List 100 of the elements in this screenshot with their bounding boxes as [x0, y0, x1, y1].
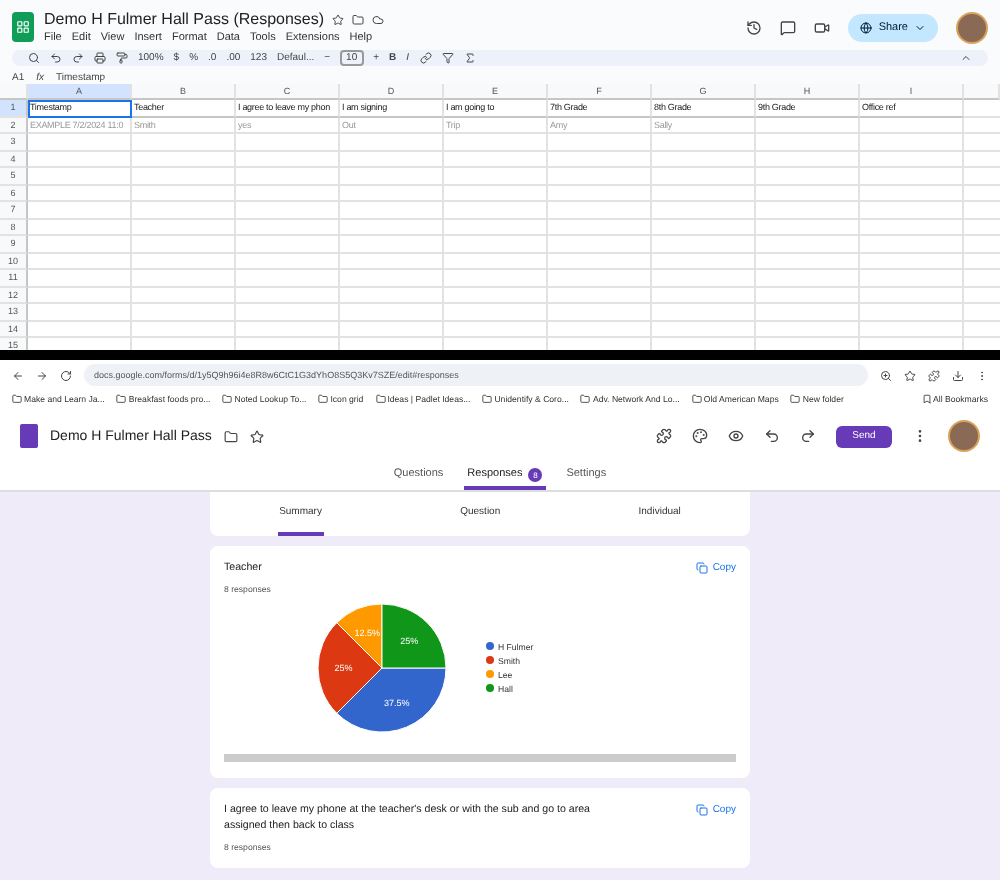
- table-cell[interactable]: [340, 287, 444, 304]
- folder-icon[interactable]: [352, 13, 365, 25]
- table-cell[interactable]: [860, 236, 964, 253]
- table-cell[interactable]: [548, 287, 652, 304]
- table-cell[interactable]: [652, 219, 756, 236]
- table-cell[interactable]: [756, 270, 860, 287]
- collapse-icon[interactable]: [960, 52, 972, 64]
- table-cell[interactable]: [132, 270, 236, 287]
- table-cell[interactable]: [340, 185, 444, 202]
- table-cell[interactable]: [860, 321, 964, 338]
- table-cell[interactable]: [548, 151, 652, 168]
- forward-icon[interactable]: [36, 369, 48, 381]
- star-icon[interactable]: [249, 429, 264, 443]
- addon-icon[interactable]: [656, 428, 672, 444]
- undo-icon[interactable]: [50, 52, 62, 64]
- table-cell[interactable]: [340, 202, 444, 219]
- table-cell[interactable]: [860, 287, 964, 304]
- table-cell[interactable]: [444, 287, 548, 304]
- table-cell[interactable]: [444, 202, 548, 219]
- table-cell[interactable]: [860, 219, 964, 236]
- video-icon[interactable]: [814, 19, 831, 35]
- table-cell[interactable]: [340, 270, 444, 287]
- column-header[interactable]: [964, 84, 1000, 100]
- table-cell[interactable]: [444, 151, 548, 168]
- table-cell[interactable]: [548, 134, 652, 151]
- table-cell[interactable]: [548, 236, 652, 253]
- table-cell[interactable]: [444, 270, 548, 287]
- cloud-icon[interactable]: [372, 13, 385, 25]
- table-cell[interactable]: [548, 168, 652, 185]
- table-cell[interactable]: [236, 287, 340, 304]
- table-cell[interactable]: [340, 134, 444, 151]
- table-cell[interactable]: [756, 134, 860, 151]
- sigma-icon[interactable]: [463, 52, 476, 64]
- table-cell[interactable]: [132, 202, 236, 219]
- table-cell[interactable]: [860, 185, 964, 202]
- table-cell[interactable]: [548, 185, 652, 202]
- table-cell[interactable]: [340, 304, 444, 321]
- table-cell[interactable]: [444, 219, 548, 236]
- table-cell[interactable]: [132, 321, 236, 338]
- table-cell[interactable]: [548, 270, 652, 287]
- star-icon[interactable]: [904, 369, 916, 381]
- table-cell[interactable]: [444, 185, 548, 202]
- table-cell[interactable]: [756, 185, 860, 202]
- table-cell[interactable]: [28, 304, 132, 321]
- table-cell[interactable]: [236, 253, 340, 270]
- avatar[interactable]: [956, 11, 988, 43]
- table-cell[interactable]: [756, 202, 860, 219]
- table-cell[interactable]: [548, 202, 652, 219]
- filter-icon[interactable]: [441, 52, 454, 64]
- table-cell[interactable]: [444, 134, 548, 151]
- table-cell[interactable]: [860, 134, 964, 151]
- table-cell[interactable]: [28, 270, 132, 287]
- table-cell[interactable]: [548, 219, 652, 236]
- table-cell[interactable]: [756, 168, 860, 185]
- table-cell[interactable]: [132, 151, 236, 168]
- table-cell[interactable]: [28, 219, 132, 236]
- table-cell[interactable]: [132, 253, 236, 270]
- table-cell[interactable]: [236, 168, 340, 185]
- scrollbar[interactable]: [224, 753, 736, 762]
- table-cell[interactable]: [652, 270, 756, 287]
- table-cell[interactable]: [652, 134, 756, 151]
- table-cell[interactable]: [652, 151, 756, 168]
- table-cell[interactable]: [340, 219, 444, 236]
- reload-icon[interactable]: [60, 369, 72, 381]
- table-cell[interactable]: [28, 151, 132, 168]
- table-cell[interactable]: [28, 185, 132, 202]
- folder-icon[interactable]: [223, 429, 238, 443]
- star-icon[interactable]: [332, 13, 345, 25]
- extension-icon[interactable]: [928, 369, 940, 381]
- table-cell[interactable]: [236, 219, 340, 236]
- table-cell[interactable]: [756, 287, 860, 304]
- table-cell[interactable]: [548, 321, 652, 338]
- zoom-icon[interactable]: [880, 369, 892, 381]
- undo-icon[interactable]: [764, 428, 780, 444]
- table-cell[interactable]: [28, 202, 132, 219]
- table-cell[interactable]: [236, 321, 340, 338]
- table-cell[interactable]: [236, 236, 340, 253]
- printer-icon[interactable]: [94, 52, 106, 64]
- table-cell[interactable]: [756, 304, 860, 321]
- redo-icon[interactable]: [800, 428, 816, 444]
- table-cell[interactable]: [132, 185, 236, 202]
- table-cell[interactable]: [652, 185, 756, 202]
- table-cell[interactable]: [548, 253, 652, 270]
- table-cell[interactable]: [444, 236, 548, 253]
- table-cell[interactable]: [860, 117, 964, 134]
- table-cell[interactable]: [444, 168, 548, 185]
- table-cell[interactable]: [236, 202, 340, 219]
- table-cell[interactable]: [28, 253, 132, 270]
- table-cell[interactable]: [28, 321, 132, 338]
- table-cell[interactable]: [444, 321, 548, 338]
- table-cell[interactable]: [444, 253, 548, 270]
- table-cell[interactable]: [756, 236, 860, 253]
- table-cell[interactable]: [860, 304, 964, 321]
- table-cell[interactable]: [860, 270, 964, 287]
- table-cell[interactable]: [236, 134, 340, 151]
- table-cell[interactable]: [236, 185, 340, 202]
- table-cell[interactable]: [28, 134, 132, 151]
- table-cell[interactable]: [756, 219, 860, 236]
- table-cell[interactable]: [652, 236, 756, 253]
- paint-roller-icon[interactable]: [116, 52, 128, 64]
